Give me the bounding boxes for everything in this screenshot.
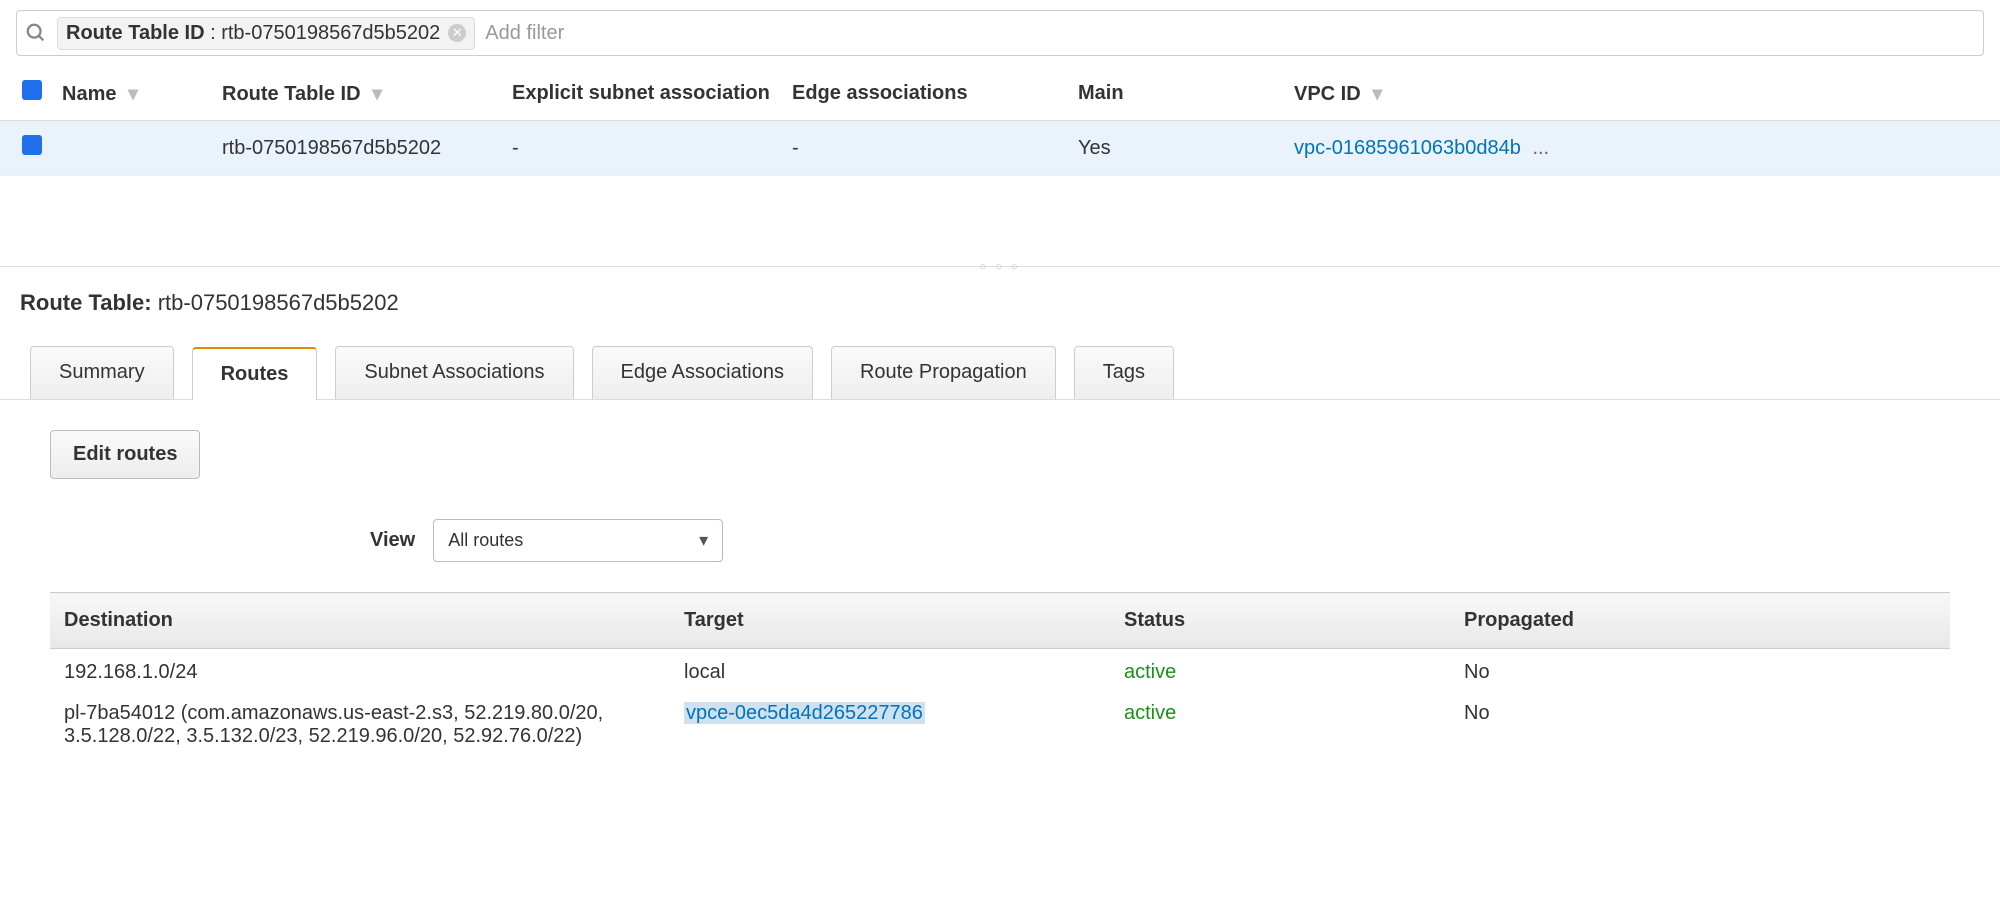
routes-cell-propagated: No	[1450, 649, 1950, 697]
routes-cell-destination: 192.168.1.0/24	[50, 649, 670, 697]
header-vpc-id-label: VPC ID	[1294, 83, 1361, 105]
caret-down-icon: ▾	[1372, 83, 1382, 105]
table-row[interactable]: rtb-0750198567d5b5202 - - Yes vpc-016859…	[0, 121, 2000, 176]
view-label: View	[370, 529, 415, 552]
header-explicit-subnet-assoc-label: Explicit subnet association	[512, 82, 770, 104]
tab-subnet-associations[interactable]: Subnet Associations	[335, 346, 573, 399]
header-vpc-id[interactable]: VPC ID ▾	[1284, 66, 2000, 121]
target-link[interactable]: vpce-0ec5da4d265227786	[684, 702, 925, 724]
routes-cell-target: vpce-0ec5da4d265227786	[670, 696, 1110, 760]
status-badge: active	[1124, 661, 1176, 683]
routes-cell-status: active	[1110, 649, 1450, 697]
view-select[interactable]: All routes ▾	[433, 519, 723, 562]
header-edge-assoc[interactable]: Edge associations	[782, 66, 1068, 121]
routes-table: Destination Target Status Propagated 192…	[50, 592, 1950, 760]
filter-chip[interactable]: Route Table ID : rtb-0750198567d5b5202 ✕	[57, 17, 475, 50]
grip-icon[interactable]: ○ ○ ○	[979, 261, 1020, 273]
routes-panel: Edit routes View All routes ▾ Destinatio…	[0, 400, 2000, 790]
detail-header-id: rtb-0750198567d5b5202	[158, 290, 399, 315]
cell-explicit-subnet-assoc: -	[502, 121, 782, 176]
caret-down-icon: ▾	[699, 530, 708, 551]
edit-routes-button[interactable]: Edit routes	[50, 430, 200, 479]
header-main-label: Main	[1078, 82, 1124, 104]
status-badge: active	[1124, 702, 1176, 724]
header-explicit-subnet-assoc[interactable]: Explicit subnet association	[502, 66, 782, 121]
tab-summary[interactable]: Summary	[30, 346, 174, 399]
routes-header-propagated[interactable]: Propagated	[1450, 593, 1950, 649]
header-route-table-id-label: Route Table ID	[222, 83, 361, 105]
cell-edge-assoc: -	[782, 121, 1068, 176]
panel-divider[interactable]: ○ ○ ○	[0, 266, 2000, 276]
cell-vpc-id: vpc-01685961063b0d84b ...	[1284, 121, 2000, 176]
detail-header: Route Table: rtb-0750198567d5b5202	[0, 276, 2000, 316]
routes-header-status[interactable]: Status	[1110, 593, 1450, 649]
header-edge-assoc-label: Edge associations	[792, 82, 968, 104]
vpc-id-link[interactable]: vpc-01685961063b0d84b	[1294, 137, 1521, 159]
routes-row: 192.168.1.0/24 local active No	[50, 649, 1950, 697]
view-filter-row: View All routes ▾	[370, 519, 1950, 562]
filter-input[interactable]	[485, 22, 1975, 45]
tab-edge-associations[interactable]: Edge Associations	[592, 346, 813, 399]
cell-name	[52, 121, 212, 176]
tabs: Summary Routes Subnet Associations Edge …	[0, 316, 2000, 400]
detail-header-label: Route Table:	[20, 290, 152, 315]
header-main[interactable]: Main	[1068, 66, 1284, 121]
route-tables-grid: Name ▾ Route Table ID ▾ Explicit subnet …	[0, 66, 2000, 176]
filter-chip-sep: :	[205, 22, 222, 45]
tab-routes[interactable]: Routes	[192, 347, 318, 400]
filter-chip-value: rtb-0750198567d5b5202	[221, 22, 440, 45]
caret-down-icon: ▾	[372, 83, 382, 105]
header-name[interactable]: Name ▾	[52, 66, 212, 121]
routes-cell-destination: pl-7ba54012 (com.amazonaws.us-east-2.s3,…	[50, 696, 670, 760]
tab-route-propagation[interactable]: Route Propagation	[831, 346, 1056, 399]
header-name-label: Name	[62, 83, 116, 105]
header-checkbox-col[interactable]	[0, 66, 52, 121]
routes-cell-propagated: No	[1450, 696, 1950, 760]
row-checkbox[interactable]	[22, 135, 42, 155]
search-icon	[25, 22, 47, 44]
routes-header-target[interactable]: Target	[670, 593, 1110, 649]
clear-filter-icon[interactable]: ✕	[448, 24, 466, 42]
routes-header-destination[interactable]: Destination	[50, 593, 670, 649]
filter-chip-label: Route Table ID	[66, 22, 205, 45]
routes-row: pl-7ba54012 (com.amazonaws.us-east-2.s3,…	[50, 696, 1950, 760]
vpc-id-ellipsis: ...	[1532, 137, 1549, 159]
filter-bar: Route Table ID : rtb-0750198567d5b5202 ✕	[16, 10, 1984, 56]
caret-down-icon: ▾	[128, 83, 138, 105]
header-route-table-id[interactable]: Route Table ID ▾	[212, 66, 502, 121]
routes-cell-target: local	[670, 649, 1110, 697]
view-select-value: All routes	[448, 530, 523, 551]
cell-route-table-id: rtb-0750198567d5b5202	[212, 121, 502, 176]
tab-tags[interactable]: Tags	[1074, 346, 1174, 399]
cell-main: Yes	[1068, 121, 1284, 176]
select-all-checkbox[interactable]	[22, 80, 42, 100]
routes-cell-status: active	[1110, 696, 1450, 760]
